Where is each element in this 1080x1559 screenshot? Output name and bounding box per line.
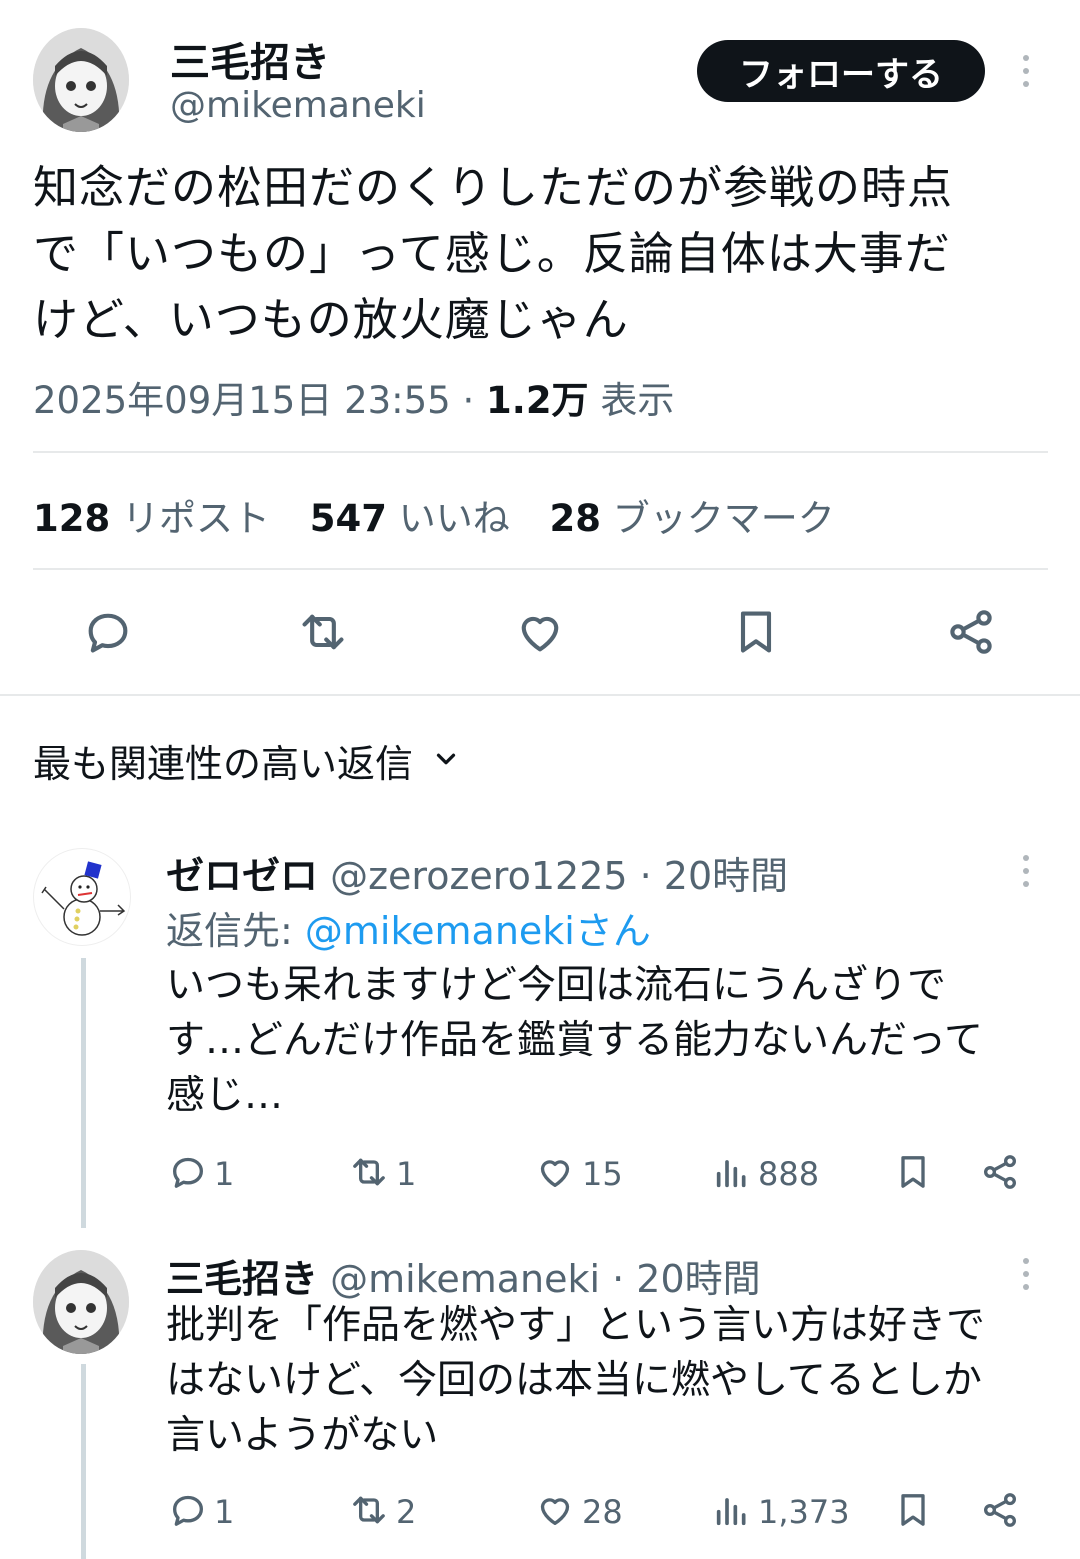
- anime-girl-avatar-image: [33, 28, 129, 132]
- repost-count: 1: [396, 1155, 417, 1193]
- author-avatar[interactable]: [33, 28, 129, 132]
- views-icon[interactable]: [712, 1152, 752, 1192]
- likes-stat[interactable]: 547 いいね: [310, 497, 522, 540]
- reply-sort-label: 最も関連性の高い返信: [33, 742, 414, 786]
- reply-text-line: 言いようがない: [166, 1413, 439, 1458]
- tweet-text-line: 知念だの松田だのくりしただのが参戦の時点: [33, 161, 954, 214]
- repost-icon[interactable]: [348, 1152, 390, 1192]
- share-icon[interactable]: [980, 1152, 1020, 1192]
- reposts-label: リポスト: [122, 497, 270, 540]
- bookmark-icon[interactable]: [893, 1490, 933, 1530]
- separator: ·: [462, 379, 475, 422]
- more-options-icon[interactable]: [1021, 55, 1031, 87]
- bookmark-icon[interactable]: [893, 1152, 933, 1192]
- tweet-text-line: けど、いつもの放火魔じゃん: [33, 293, 629, 346]
- timestamp[interactable]: 2025年09月15日 23:55: [33, 379, 451, 422]
- reply-text: 批判を「作品を燃やす」という言い方は好きで はないけど、今回のは本当に燃やしてる…: [166, 1298, 985, 1463]
- reply-handle[interactable]: @zerozero1225: [330, 854, 627, 898]
- anime-girl-avatar-image: [33, 1250, 129, 1354]
- reply-icon[interactable]: [168, 1490, 208, 1530]
- divider: [0, 694, 1080, 696]
- divider: [33, 568, 1048, 570]
- bookmarks-stat[interactable]: 28 ブックマーク: [550, 497, 835, 540]
- reply-time[interactable]: · 20時間: [640, 854, 789, 898]
- replying-to-prefix: 返信先:: [166, 909, 293, 953]
- reply-display-name[interactable]: 三毛招き: [166, 1257, 318, 1301]
- reply-text-line: 感じ…: [166, 1073, 284, 1118]
- bookmarks-count: 28: [549, 497, 602, 540]
- reply-avatar[interactable]: [33, 848, 131, 946]
- share-icon[interactable]: [945, 606, 997, 658]
- like-count: 15: [582, 1155, 623, 1193]
- repost-count: 2: [396, 1493, 417, 1531]
- reply-action-bar: 1 1 15 888: [0, 1150, 1080, 1200]
- follow-button[interactable]: フォローする: [697, 40, 985, 102]
- like-count: 28: [582, 1493, 623, 1531]
- bookmarks-label: ブックマーク: [612, 497, 835, 540]
- reply-count: 1: [214, 1493, 235, 1531]
- like-icon[interactable]: [534, 1490, 576, 1530]
- more-options-icon[interactable]: [1021, 855, 1031, 887]
- author-handle[interactable]: @mikemaneki: [170, 85, 426, 126]
- snowman-avatar-image: [41, 861, 126, 936]
- likes-count: 547: [309, 497, 387, 540]
- repost-icon[interactable]: [296, 606, 350, 658]
- reply-icon[interactable]: [82, 606, 134, 658]
- like-icon[interactable]: [534, 1152, 576, 1192]
- reply-text-line: いつも呆れますけど今回は流石にうんざりで: [166, 963, 947, 1008]
- likes-label: いいね: [398, 497, 510, 540]
- reply-text: いつも呆れますけど今回は流石にうんざりで す…どんだけ作品を鑑賞する能力ないんだ…: [166, 958, 983, 1123]
- tweet-meta: 2025年09月15日 23:55 · 1.2万 表示: [33, 370, 674, 424]
- reply-sort-selector[interactable]: 最も関連性の高い返信: [33, 733, 461, 788]
- reply-avatar[interactable]: [33, 1250, 129, 1354]
- reply-text-line: す…どんだけ作品を鑑賞する能力ないんだって: [166, 1018, 984, 1063]
- reply-display-name[interactable]: ゼロゼロ: [166, 854, 318, 898]
- replying-to: 返信先: @mikemanekiさん: [166, 900, 651, 955]
- divider: [33, 451, 1048, 453]
- share-icon[interactable]: [980, 1490, 1020, 1530]
- tweet-stats: 128 リポスト 547 いいね 28 ブックマーク: [33, 488, 835, 542]
- replying-to-handle[interactable]: @mikemanekiさん: [305, 909, 651, 953]
- reply-count: 1: [214, 1155, 235, 1193]
- chevron-down-icon: [431, 739, 461, 783]
- views-label: 表示: [600, 379, 675, 422]
- reply-icon[interactable]: [168, 1152, 208, 1192]
- tweet-text-line: で「いつもの」って感じ。反論自体は大事だ: [33, 227, 951, 280]
- views-count: 1,373: [758, 1493, 850, 1531]
- views-count: 1.2万: [486, 379, 589, 422]
- reposts-count: 128: [33, 497, 111, 540]
- repost-icon[interactable]: [348, 1490, 390, 1530]
- reply-header: 三毛招き @mikemaneki · 20時間: [166, 1248, 761, 1303]
- more-options-icon[interactable]: [1021, 1258, 1031, 1290]
- reply-text-line: 批判を「作品を燃やす」という言い方は好きで: [166, 1303, 986, 1348]
- reply-handle[interactable]: @mikemaneki: [330, 1257, 600, 1301]
- main-action-bar: [0, 600, 1080, 664]
- reposts-stat[interactable]: 128 リポスト: [33, 497, 282, 540]
- reply-time[interactable]: · 20時間: [612, 1257, 761, 1301]
- bookmark-icon[interactable]: [730, 606, 782, 658]
- reply-text-line: はないけど、今回のは本当に燃やしてるとしか: [166, 1358, 982, 1403]
- like-icon[interactable]: [513, 606, 567, 658]
- views-icon[interactable]: [712, 1490, 752, 1530]
- reply-action-bar: 1 2 28 1,373: [0, 1488, 1080, 1538]
- author-display-name[interactable]: 三毛招き: [170, 30, 330, 88]
- reply-header: ゼロゼロ @zerozero1225 · 20時間: [166, 845, 788, 900]
- views-count: 888: [758, 1155, 820, 1193]
- tweet-text: 知念だの松田だのくりしただのが参戦の時点 で「いつもの」って感じ。反論自体は大事…: [33, 155, 953, 353]
